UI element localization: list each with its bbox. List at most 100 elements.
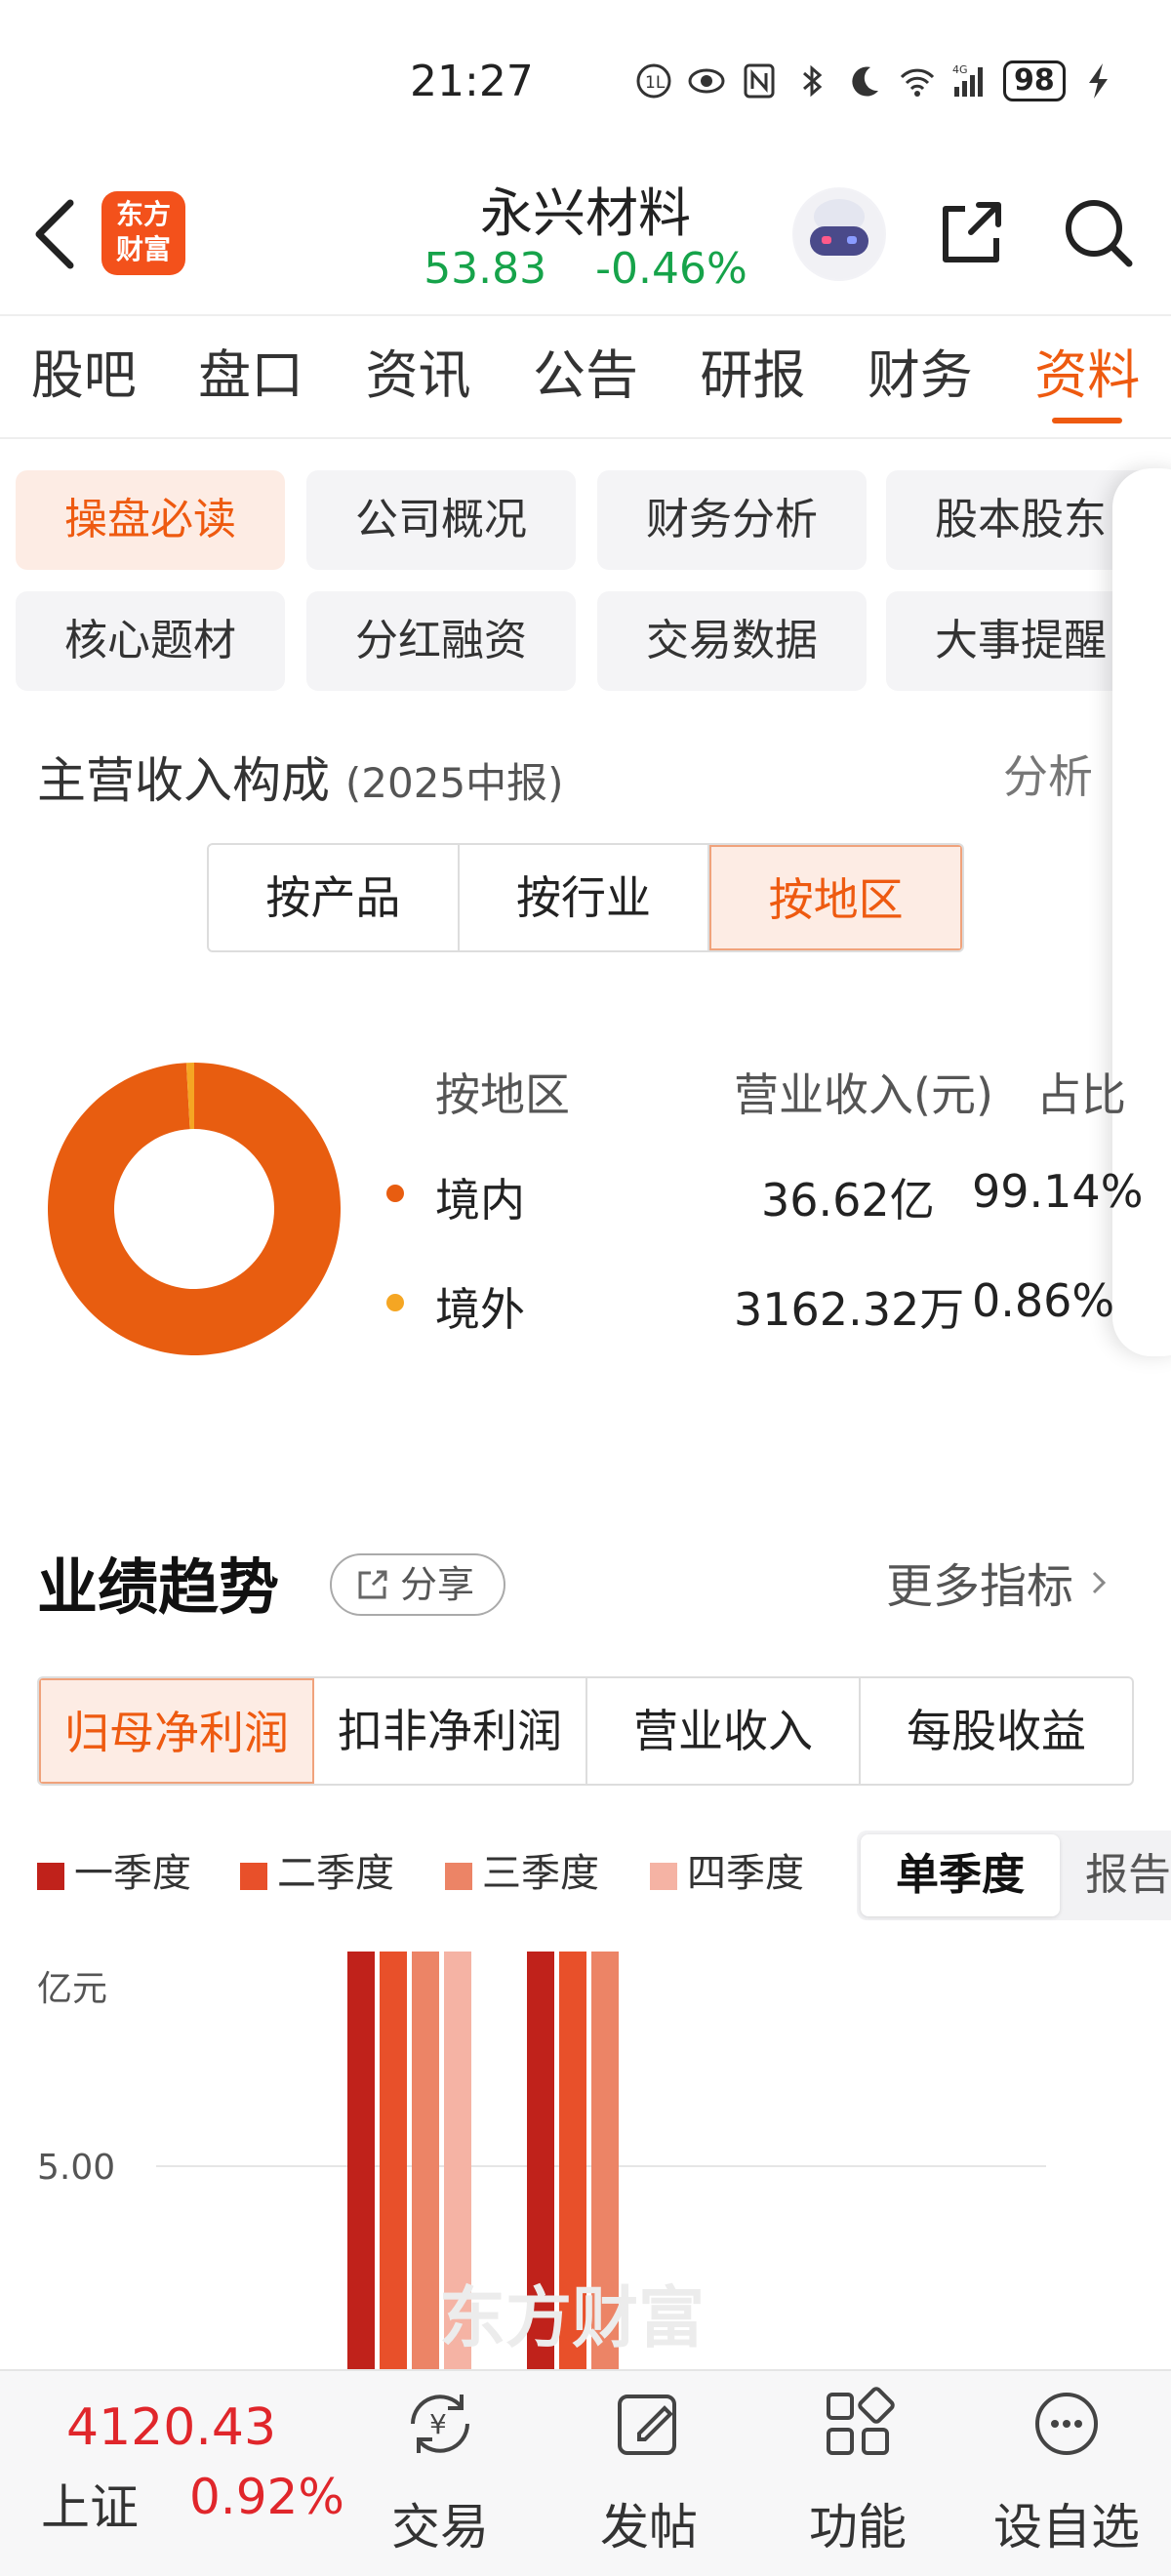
- trade-icon: ¥: [411, 2395, 469, 2453]
- main-tab-bar: 股吧 盘口 资讯 公告 研报 财务 资料: [0, 314, 1171, 439]
- stock-price: 53.83: [424, 244, 547, 294]
- bar-三季度-0[interactable]: [412, 1952, 439, 2371]
- revenue-breakdown-selector: 按产品 按行业 按地区: [207, 843, 964, 952]
- bar-二季度-0[interactable]: [380, 1952, 407, 2371]
- index-value: 4120.43: [66, 2398, 277, 2457]
- status-bar: 21:27 1L 4G 98: [0, 0, 1171, 166]
- row-ratio: 0.86%: [972, 1274, 1115, 1327]
- revenue-table-header: 按地区 营业收入(元) 占比: [381, 1060, 1142, 1121]
- stock-header: 东方 财富 永兴材料 53.83 -0.46%: [0, 166, 1171, 312]
- nav-watchlist-label: 设自选: [993, 2499, 1140, 2556]
- performance-bar-chart: 亿元25.0020.0015.0010.005.00 东方财富: [0, 1952, 1171, 2371]
- revenue-analysis-link[interactable]: 分析: [1003, 742, 1093, 806]
- index-change: 0.92%: [189, 2469, 344, 2525]
- share-icon: [358, 1570, 387, 1599]
- row-name: 境外: [435, 1283, 525, 1336]
- tab-research[interactable]: 研报: [669, 316, 836, 437]
- tab-pankou[interactable]: 盘口: [167, 316, 334, 437]
- grid-icon: [827, 2387, 895, 2455]
- seg-by-industry[interactable]: 按行业: [460, 845, 710, 950]
- hd-call-icon: 1L: [636, 63, 671, 99]
- status-icons: 1L 4G 98: [634, 60, 1118, 101]
- legend-q3: 三季度: [445, 1846, 599, 1901]
- index-name: 上证: [41, 2479, 139, 2536]
- metric-selector: 归母净利润 扣非净利润 营业收入 每股收益: [37, 1676, 1134, 1786]
- chevron-right-icon: [1093, 1571, 1107, 1594]
- more-metrics-link[interactable]: 更多指标: [886, 1548, 1111, 1616]
- bluetooth-icon: [803, 64, 823, 98]
- nav-post-label: 发帖: [600, 2499, 698, 2556]
- nav-post[interactable]: 发帖: [566, 2371, 732, 2576]
- row-ratio: 99.14%: [972, 1165, 1144, 1218]
- share-external-icon[interactable]: [932, 193, 1010, 271]
- moon-icon: [852, 66, 878, 97]
- sub-btn-company-overview[interactable]: 公司概况: [306, 470, 576, 570]
- tab-guba[interactable]: 股吧: [0, 316, 167, 437]
- y-tick-label-4: 5.00: [37, 2148, 115, 2188]
- nav-functions-label: 功能: [809, 2499, 907, 2556]
- revenue-row: 境内 36.62亿 99.14%: [381, 1165, 1144, 1227]
- svg-text:1L: 1L: [645, 73, 666, 93]
- status-time: 21:27: [410, 57, 534, 106]
- tab-announcements[interactable]: 公告: [502, 316, 668, 437]
- legend-q2: 二季度: [240, 1846, 394, 1901]
- row-revenue: 36.62亿: [761, 1174, 935, 1227]
- wifi-icon: [900, 68, 935, 97]
- performance-title: 业绩趋势: [37, 1551, 280, 1623]
- row-revenue: 3162.32万: [734, 1283, 965, 1336]
- more-dots-icon: [1035, 2393, 1098, 2455]
- legend-dot-domestic: [386, 1185, 404, 1202]
- bar-一季度-0[interactable]: [347, 1952, 375, 2371]
- nav-watchlist[interactable]: 设自选: [984, 2371, 1150, 2576]
- revenue-section-title: 主营收入构成 (2025中报): [37, 742, 564, 812]
- y-axis-label: 亿元: [37, 1969, 107, 2009]
- metric-deducted-profit[interactable]: 扣非净利润: [314, 1678, 587, 1784]
- period-mode-selector: 单季度 报告: [857, 1831, 1171, 1920]
- compose-icon: [618, 2395, 676, 2455]
- mode-single-quarter[interactable]: 单季度: [861, 1834, 1060, 1916]
- legend-q4: 四季度: [650, 1846, 804, 1901]
- share-label: 分享: [400, 1563, 475, 1606]
- legend-dot-overseas: [386, 1294, 404, 1311]
- revenue-title-text: 主营收入构成: [37, 752, 330, 809]
- seg-by-product[interactable]: 按产品: [209, 845, 460, 950]
- bottom-nav: 4120.43 上证 0.92% ¥ 交易 发帖 功能 设自选: [0, 2369, 1171, 2576]
- signal-icon: 4G: [952, 63, 983, 97]
- sub-btn-financial-analysis[interactable]: 财务分析: [597, 470, 867, 570]
- nfc-icon: [744, 63, 775, 99]
- stock-change-pct: -0.46%: [595, 244, 747, 294]
- header-ratio: 占比: [1036, 1068, 1126, 1121]
- sub-btn-trading-guide[interactable]: 操盘必读: [16, 470, 285, 570]
- metric-eps[interactable]: 每股收益: [861, 1678, 1132, 1784]
- donut-slice-0: [48, 1063, 342, 1355]
- search-icon[interactable]: [1059, 193, 1137, 271]
- battery-indicator: 98: [1003, 60, 1066, 101]
- header-region: 按地区: [435, 1068, 570, 1121]
- more-metrics-label: 更多指标: [886, 1559, 1074, 1614]
- eye-icon: [688, 68, 725, 94]
- tab-profile[interactable]: 资料: [1004, 316, 1171, 437]
- row-name: 境内: [435, 1174, 525, 1227]
- performance-share-button[interactable]: 分享: [330, 1553, 505, 1616]
- tab-news[interactable]: 资讯: [335, 316, 502, 437]
- revenue-donut-chart: [48, 1063, 342, 1355]
- nav-trade[interactable]: ¥ 交易: [357, 2371, 523, 2576]
- tab-finance[interactable]: 财务: [836, 316, 1003, 437]
- svg-text:4G: 4G: [952, 63, 968, 76]
- nav-functions[interactable]: 功能: [775, 2371, 941, 2576]
- charging-icon: [1088, 63, 1108, 99]
- metric-revenue[interactable]: 营业收入: [587, 1678, 861, 1784]
- sub-btn-core-themes[interactable]: 核心题材: [16, 591, 285, 691]
- header-revenue: 营业收入(元): [734, 1068, 993, 1121]
- chart-watermark: 东方财富: [439, 2280, 706, 2357]
- sub-btn-dividends[interactable]: 分红融资: [306, 591, 576, 691]
- metric-net-profit[interactable]: 归母净利润: [39, 1678, 314, 1784]
- revenue-analysis-label: 分析: [1003, 750, 1093, 803]
- mode-report-period[interactable]: 报告: [1085, 1834, 1171, 1916]
- seg-by-region[interactable]: 按地区: [709, 845, 962, 950]
- sub-btn-trading-data[interactable]: 交易数据: [597, 591, 867, 691]
- legend-q1: 一季度: [37, 1846, 191, 1901]
- revenue-row: 境外 3162.32万 0.86%: [381, 1274, 1142, 1336]
- robot-assistant-icon[interactable]: [792, 187, 886, 281]
- revenue-period: (2025中报): [344, 759, 564, 807]
